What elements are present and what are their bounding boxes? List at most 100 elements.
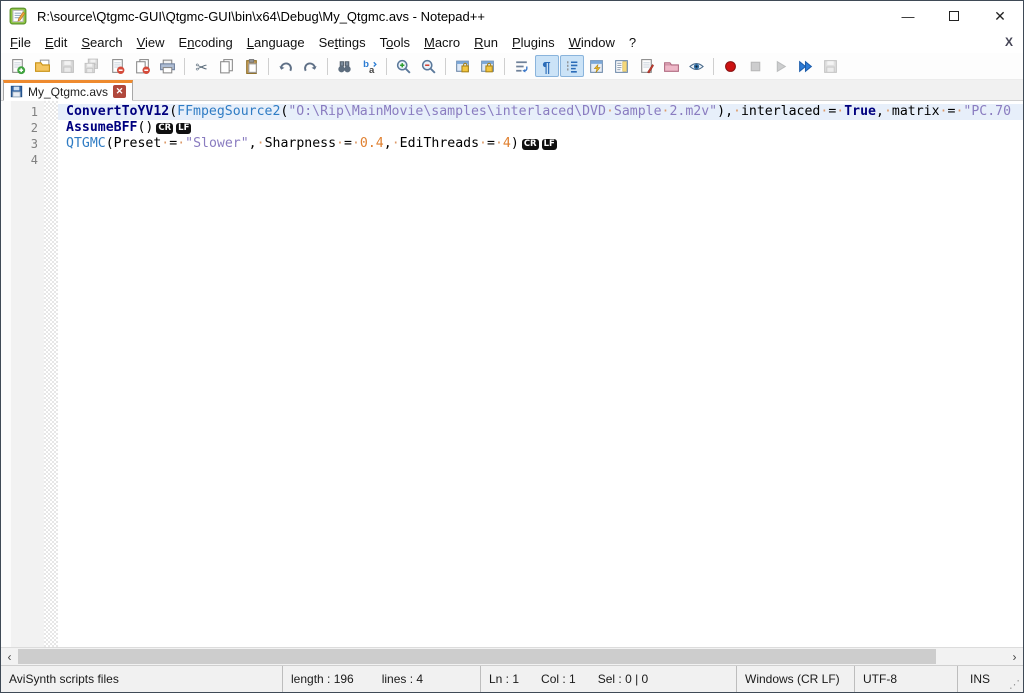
new-file-button[interactable] — [6, 55, 30, 77]
bookmark-margin[interactable] — [1, 101, 11, 647]
print-button[interactable] — [156, 55, 180, 77]
word-wrap-icon — [516, 60, 528, 73]
monitoring-button[interactable] — [685, 55, 709, 77]
line-number: 1 — [30, 105, 38, 119]
token-ws: · — [391, 136, 400, 151]
menu-view[interactable]: View — [130, 33, 172, 52]
status-lines: lines : 4 — [381, 672, 424, 686]
undo-icon — [279, 62, 292, 71]
menu-macro[interactable]: Macro — [417, 33, 467, 52]
copy-icon — [220, 58, 233, 73]
close-file-icon — [112, 58, 125, 74]
status-insert-mode[interactable]: INS ⋰ — [957, 666, 1023, 692]
token-def: = — [169, 136, 178, 151]
show-indent-guide-button[interactable] — [559, 55, 584, 77]
close-button[interactable]: ✕ — [977, 1, 1023, 31]
macro-save-button — [819, 55, 843, 77]
maximize-button[interactable] — [931, 1, 977, 31]
zoom-in-button[interactable] — [392, 55, 416, 77]
notepad-plus-plus-app-icon — [9, 7, 27, 25]
paste-button[interactable] — [240, 55, 264, 77]
token-ws: · — [256, 136, 265, 151]
scroll-right-arrow[interactable]: › — [1006, 649, 1023, 665]
editor-area[interactable]: 1 2 3 4 ConvertToYV12(FFmpegSource2("O:\Rip… — [1, 101, 1023, 647]
scrollbar-thumb[interactable] — [18, 649, 936, 664]
menu-encoding[interactable]: Encoding — [172, 33, 240, 52]
menu-close-document-button[interactable]: X — [995, 35, 1023, 49]
tab-close-icon[interactable]: ✕ — [113, 85, 127, 98]
macro-record-button[interactable] — [719, 55, 743, 77]
token-def: , — [876, 104, 884, 119]
menu-search[interactable]: Search — [74, 33, 129, 52]
status-length: length : 196 — [291, 672, 354, 686]
show-all-characters-icon: ¶ — [542, 59, 550, 74]
document-list-button[interactable] — [635, 55, 659, 77]
code-line-1[interactable]: ConvertToYV12(FFmpegSource2("O:\Rip\Main… — [58, 104, 1023, 120]
print-icon — [160, 59, 175, 73]
line-number-margin: 1 2 3 4 — [11, 101, 44, 647]
copy-button[interactable] — [215, 55, 239, 77]
sync-vertical-icon — [456, 60, 469, 72]
code-line-2[interactable]: AssumeBFF() CR LF — [58, 120, 1023, 136]
tab-my-qtgmc-avs[interactable]: My_Qtgmc.avs ✕ — [3, 80, 134, 101]
show-indent-guide-icon — [567, 60, 578, 73]
open-file-button[interactable] — [31, 55, 55, 77]
menu-plugins[interactable]: Plugins — [505, 33, 562, 52]
scroll-left-arrow[interactable]: ‹ — [1, 649, 18, 665]
find-button[interactable] — [333, 55, 357, 77]
cut-button[interactable]: ✂ — [190, 55, 214, 77]
zoom-out-button[interactable] — [417, 55, 441, 77]
resize-grip[interactable]: ⋰ — [1009, 678, 1023, 692]
menu-settings[interactable]: Settings — [312, 33, 373, 52]
token-ws: · — [479, 136, 487, 151]
macro-playback-button — [769, 55, 793, 77]
show-all-characters-button[interactable]: ¶ — [534, 55, 559, 77]
horizontal-scrollbar[interactable]: ‹ › — [1, 647, 1023, 665]
token-def: ), — [717, 104, 734, 119]
status-line: Ln : 1 — [489, 672, 520, 686]
token-ws: · — [883, 104, 892, 119]
document-list-icon — [641, 58, 655, 73]
fold-margin[interactable] — [44, 101, 58, 647]
token-def: matrix — [891, 104, 940, 119]
minimize-button[interactable]: — — [885, 1, 931, 31]
status-eol-format[interactable]: Windows (CR LF) — [736, 666, 854, 692]
document-map-button[interactable] — [610, 55, 634, 77]
code-line-4[interactable] — [58, 152, 1023, 168]
code-view[interactable]: ConvertToYV12(FFmpegSource2("O:\Rip\Main… — [58, 101, 1023, 647]
token-fn: QTGMC — [66, 136, 106, 151]
close-file-button[interactable] — [106, 55, 130, 77]
menu-language[interactable]: Language — [240, 33, 312, 52]
undo-button[interactable] — [274, 55, 298, 77]
function-list-button[interactable] — [585, 55, 609, 77]
tab-bar: My_Qtgmc.avs ✕ — [1, 80, 1023, 101]
monitoring-icon — [689, 62, 704, 70]
menu-tools[interactable]: Tools — [373, 33, 417, 52]
menu-run[interactable]: Run — [467, 33, 505, 52]
word-wrap-button[interactable] — [510, 55, 534, 77]
replace-button[interactable]: ba — [358, 55, 382, 77]
status-encoding[interactable]: UTF-8 — [854, 666, 957, 692]
menu-help[interactable]: ? — [622, 33, 643, 52]
menu-window[interactable]: Window — [562, 33, 622, 52]
code-line-3[interactable]: QTGMC(Preset·=·"Slower",·Sharpness·=·0.4… — [58, 136, 1023, 152]
find-icon — [338, 60, 351, 72]
status-column: Col : 1 — [541, 672, 576, 686]
folder-as-workspace-button[interactable] — [660, 55, 684, 77]
macro-run-multiple-button[interactable] — [794, 55, 818, 77]
window-title: R:\source\Qtgmc-GUI\Qtgmc-GUI\bin\x64\De… — [37, 8, 485, 24]
menu-file[interactable]: File — [3, 33, 38, 52]
token-def: interlaced — [740, 104, 821, 119]
token-def: EdiThreads — [399, 136, 480, 151]
toolbar: ✂ b a ¶ — [1, 53, 1023, 80]
document-map-icon — [615, 59, 628, 73]
menu-edit[interactable]: Edit — [38, 33, 74, 52]
close-all-button[interactable] — [131, 55, 155, 77]
line-number: 3 — [30, 137, 38, 151]
redo-button[interactable] — [299, 55, 323, 77]
sync-horizontal-button[interactable] — [476, 55, 500, 77]
sync-vertical-button[interactable] — [451, 55, 475, 77]
token-def: ) — [510, 136, 519, 151]
zoom-out-icon — [421, 59, 436, 74]
save-all-icon — [84, 58, 99, 73]
